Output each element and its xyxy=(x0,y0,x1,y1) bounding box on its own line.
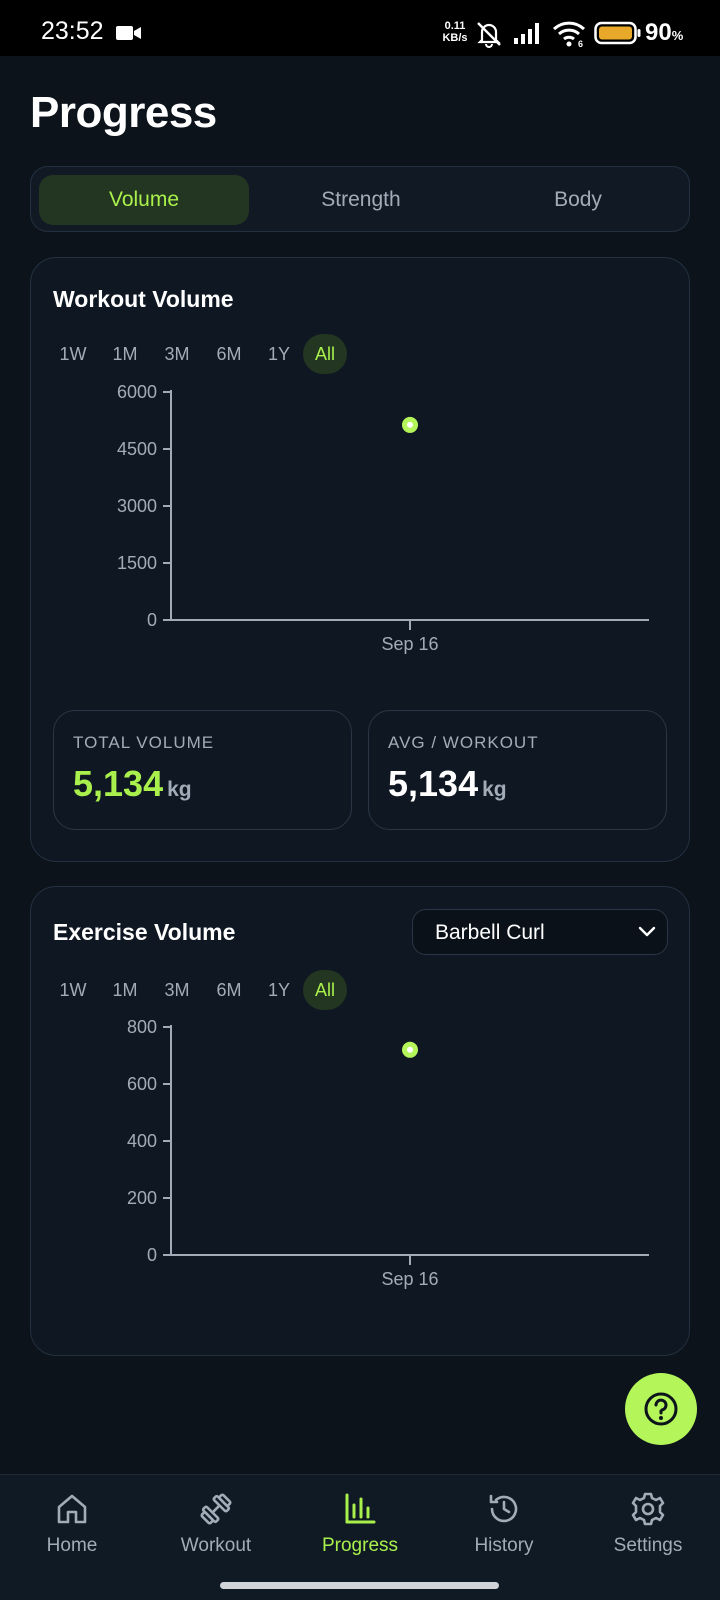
nav-settings[interactable]: Settings xyxy=(576,1485,720,1565)
range-1m[interactable]: 1M xyxy=(105,334,145,374)
range-1w[interactable]: 1W xyxy=(53,334,93,374)
battery-percent: 90% xyxy=(645,19,683,47)
y-tick-label: 600 xyxy=(127,1074,157,1094)
y-tick-label: 4500 xyxy=(117,439,157,459)
nav-home[interactable]: Home xyxy=(0,1485,144,1565)
video-camera-icon xyxy=(116,26,141,40)
nav-workout[interactable]: Workout xyxy=(144,1485,288,1565)
status-time: 23:52 xyxy=(41,17,104,45)
network-speed-value: 0.11 xyxy=(444,20,466,32)
network-speed-unit: KB/s xyxy=(442,32,468,44)
nav-progress-label: Progress xyxy=(321,1535,399,1556)
battery-icon xyxy=(594,21,641,45)
total-volume-value: 5,134 xyxy=(73,763,164,804)
exercise-volume-title: Exercise Volume xyxy=(53,919,236,945)
chevron-down-icon xyxy=(638,926,656,937)
total-volume-unit: kg xyxy=(167,778,192,801)
y-tick-label: 6000 xyxy=(117,382,157,402)
range-3m[interactable]: 3M xyxy=(157,334,197,374)
total-volume-stat: TOTAL VOLUME 5,134 kg xyxy=(53,710,352,830)
home-indicator[interactable] xyxy=(220,1582,499,1589)
y-tick-label: 200 xyxy=(127,1188,157,1208)
range-all[interactable]: All xyxy=(303,334,347,374)
avg-workout-stat: AVG / WORKOUT 5,134 kg xyxy=(368,710,667,830)
home-icon xyxy=(57,1494,87,1524)
nav-workout-label: Workout xyxy=(180,1535,252,1556)
y-tick-label: 1500 xyxy=(117,553,157,573)
tab-volume[interactable]: Volume xyxy=(39,175,249,225)
range-all[interactable]: All xyxy=(303,970,347,1010)
y-tick-label: 800 xyxy=(127,1017,157,1037)
y-tick-label: 400 xyxy=(127,1131,157,1151)
history-icon xyxy=(489,1494,518,1523)
dumbbell-icon xyxy=(200,1493,232,1525)
data-point-center xyxy=(407,1046,413,1053)
range-1m[interactable]: 1M xyxy=(105,970,145,1010)
nav-settings-label: Settings xyxy=(613,1535,683,1556)
range-3m[interactable]: 3M xyxy=(157,970,197,1010)
total-volume-value-row: 5,134 kg xyxy=(73,763,192,805)
mute-bell-icon xyxy=(477,22,501,48)
range-6m[interactable]: 6M xyxy=(209,334,249,374)
page-title: Progress xyxy=(30,88,217,137)
metric-tabs: Volume Strength Body xyxy=(30,166,690,232)
workout-volume-chart: 0 1500 3000 4500 6000 Sep 16 xyxy=(117,382,649,654)
help-button[interactable] xyxy=(625,1373,697,1445)
y-tick-label: 0 xyxy=(147,1245,157,1265)
exercise-volume-chart: 0 200 400 600 800 Sep 16 xyxy=(127,1017,649,1289)
nav-history[interactable]: History xyxy=(432,1485,576,1565)
avg-workout-unit: kg xyxy=(482,778,507,801)
workout-volume-card: Workout Volume 1W 1M 3M 6M 1Y All 0 1500 3… xyxy=(30,257,690,862)
tab-body[interactable]: Body xyxy=(473,175,683,225)
battery-percent-value: 90 xyxy=(645,19,672,46)
y-tick-label: 0 xyxy=(147,610,157,630)
bar-chart-icon xyxy=(345,1493,376,1524)
nav-home-label: Home xyxy=(46,1535,98,1556)
avg-workout-value-row: 5,134 kg xyxy=(388,763,507,805)
network-speed: 0.11 KB/s xyxy=(438,20,472,44)
signal-icon xyxy=(514,23,539,44)
wifi-icon: 6 xyxy=(552,21,586,48)
avg-workout-label: AVG / WORKOUT xyxy=(388,733,539,752)
data-point-center xyxy=(407,421,413,428)
status-bar: 23:52 0.11 KB/s 6 90% xyxy=(0,0,720,56)
nav-progress[interactable]: Progress xyxy=(288,1485,432,1565)
battery-percent-symbol: % xyxy=(671,28,684,43)
total-volume-label: TOTAL VOLUME xyxy=(73,733,215,752)
exercise-volume-card: Exercise Volume Barbell Curl 1W 1M 3M 6M… xyxy=(30,886,690,1356)
y-tick-label: 3000 xyxy=(117,496,157,516)
range-1y[interactable]: 1Y xyxy=(259,970,299,1010)
x-tick-label: Sep 16 xyxy=(381,634,438,654)
workout-volume-title: Workout Volume xyxy=(53,286,234,312)
exercise-select[interactable]: Barbell Curl xyxy=(412,909,668,955)
range-1w[interactable]: 1W xyxy=(53,970,93,1010)
avg-workout-value: 5,134 xyxy=(388,763,479,804)
help-circle-icon xyxy=(644,1392,678,1426)
wifi-badge: 6 xyxy=(578,39,583,48)
tab-strength[interactable]: Strength xyxy=(256,175,466,225)
gear-icon xyxy=(631,1492,665,1526)
range-6m[interactable]: 6M xyxy=(209,970,249,1010)
range-1y[interactable]: 1Y xyxy=(259,334,299,374)
nav-history-label: History xyxy=(474,1535,534,1556)
exercise-select-value: Barbell Curl xyxy=(435,921,545,944)
x-tick-label: Sep 16 xyxy=(381,1269,438,1289)
